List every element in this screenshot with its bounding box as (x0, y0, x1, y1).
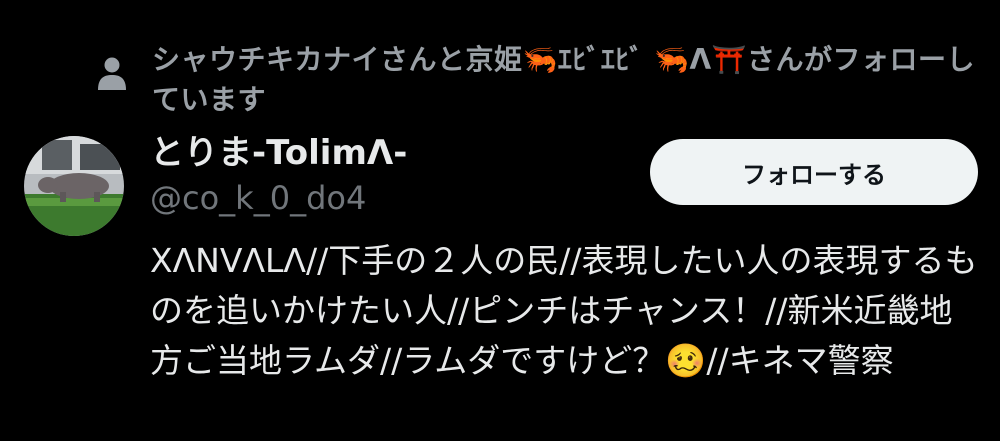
user-handle[interactable]: @co_k_0_do4 (150, 176, 407, 220)
user-name-block: とりま-TolimΛ- @co_k_0_do4 (150, 130, 407, 220)
follow-button[interactable]: フォローする (650, 139, 978, 205)
display-name[interactable]: とりま-TolimΛ- (150, 130, 407, 176)
user-bio: XΛNVΛLΛ//下手の２人の民//表現したい人の表現するものを追いかけたい人/… (150, 241, 978, 380)
avatar[interactable] (24, 136, 124, 236)
person-icon (98, 57, 126, 90)
social-context: シャウチキカナイさんと京姫🦐ｴﾋﾞｴﾋﾞ 🦐Λ⛩️さんがフォローしています (96, 40, 976, 120)
social-context-text[interactable]: シャウチキカナイさんと京姫🦐ｴﾋﾞｴﾋﾞ 🦐Λ⛩️さんがフォローしています (152, 40, 976, 120)
avatar-image (24, 136, 124, 236)
